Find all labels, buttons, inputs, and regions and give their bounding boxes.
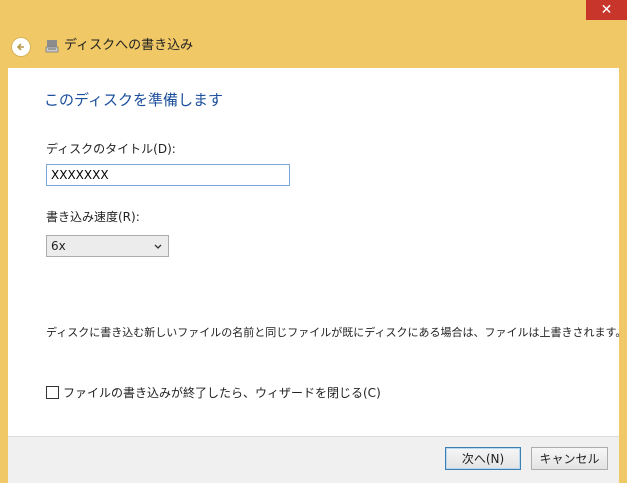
write-speed-label: 書き込み速度(R): [46, 210, 140, 224]
cancel-button[interactable]: キャンセル [531, 447, 608, 470]
close-wizard-label[interactable]: ファイルの書き込みが終了したら、ウィザードを閉じる(C) [63, 384, 381, 401]
close-wizard-checkbox[interactable] [46, 386, 59, 399]
close-button[interactable]: ✕ [586, 0, 627, 20]
disc-burn-icon [45, 40, 59, 53]
wizard-title: ディスクへの書き込み [64, 38, 194, 53]
wizard-footer: 次へ(N) キャンセル [8, 436, 619, 483]
wizard-content: このディスクを準備します ディスクのタイトル(D): 書き込み速度(R): 6x… [8, 68, 626, 436]
close-wizard-option[interactable]: ファイルの書き込みが終了したら、ウィザードを閉じる(C) [46, 384, 381, 401]
overwrite-info-text: ディスクに書き込む新しいファイルの名前と同じファイルが既にディスクにある場合は、… [46, 326, 627, 339]
disc-title-label: ディスクのタイトル(D): [46, 142, 176, 156]
write-speed-select[interactable]: 6x [46, 235, 169, 257]
next-button[interactable]: 次へ(N) [445, 447, 521, 470]
back-arrow-icon [16, 43, 24, 51]
write-speed-value: 6x [51, 239, 66, 253]
chevron-down-icon [154, 244, 162, 249]
close-icon: ✕ [600, 2, 613, 18]
disc-title-input[interactable] [46, 164, 290, 186]
back-button[interactable] [11, 37, 31, 57]
page-title: このディスクを準備します [44, 91, 223, 109]
